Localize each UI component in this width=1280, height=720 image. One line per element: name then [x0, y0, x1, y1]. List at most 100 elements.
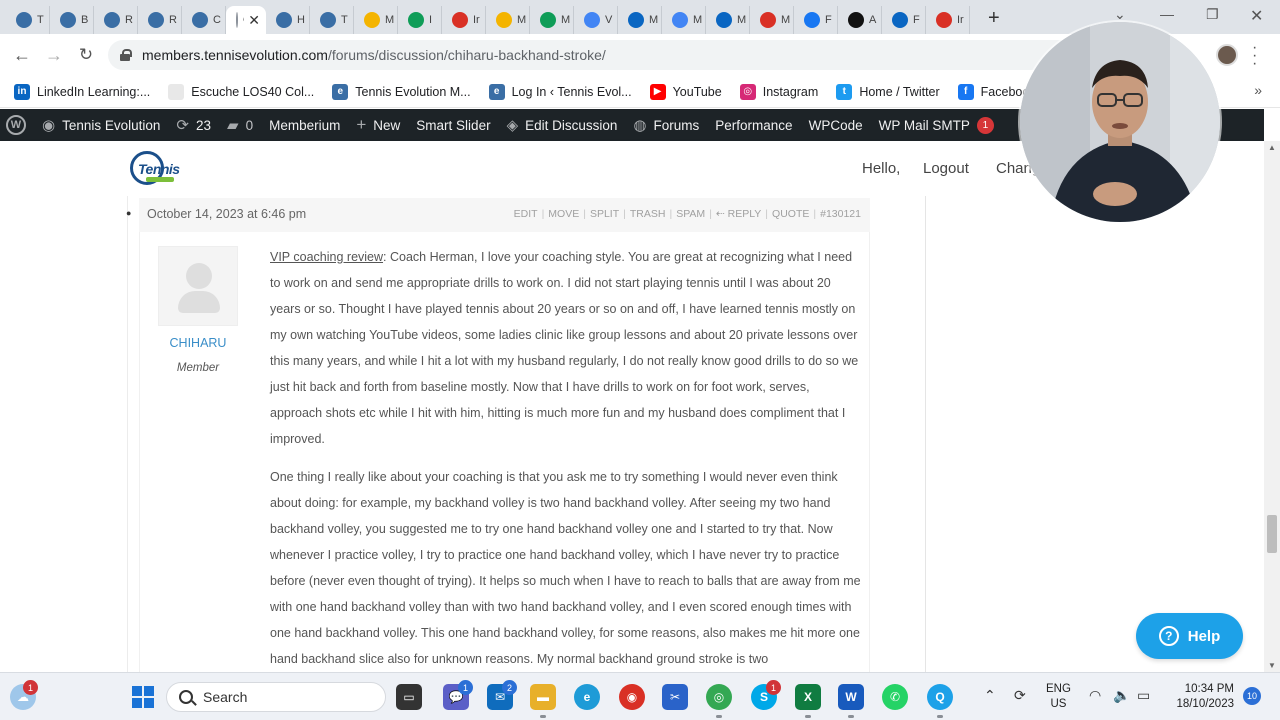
browser-tab[interactable]: B	[50, 6, 94, 34]
browser-tab[interactable]: V	[574, 6, 618, 34]
scrollbar-thumb[interactable]	[1267, 515, 1277, 553]
comment-icon: ▰	[227, 117, 239, 134]
comments-menu[interactable]: ▰ 0	[227, 116, 253, 134]
tab-search-icon[interactable]: ⌄	[1114, 6, 1126, 23]
reply-action-link[interactable]: ⇠ REPLY	[716, 208, 761, 220]
browser-tab[interactable]: T	[310, 6, 354, 34]
memberium-menu[interactable]: Memberium	[269, 118, 340, 133]
edit-discussion-menu[interactable]: ◈ Edit Discussion	[507, 116, 618, 134]
smart-slider-menu[interactable]: Smart Slider	[416, 118, 490, 133]
forums-menu[interactable]: ◍ Forums	[633, 116, 699, 134]
browser-tab[interactable]: A	[838, 6, 882, 34]
word-icon[interactable]: W	[838, 684, 864, 710]
browser-tab[interactable]: H	[266, 6, 310, 34]
browser-tab[interactable]: F	[882, 6, 926, 34]
taskbar-search[interactable]: Search	[166, 682, 386, 712]
reply-action-link[interactable]: MOVE	[548, 208, 579, 220]
browser-tab[interactable]: Ir	[442, 6, 486, 34]
address-bar[interactable]: members.tennisevolution.com/forums/discu…	[108, 40, 1188, 70]
edge-browser-icon[interactable]: e	[574, 684, 600, 710]
volume-icon[interactable]: 🔈	[1113, 687, 1130, 704]
browser-tab[interactable]: M	[618, 6, 662, 34]
system-clock[interactable]: 10:34 PM 18/10/2023	[1166, 682, 1234, 712]
separator: |	[541, 208, 545, 220]
restore-button[interactable]: ❐	[1206, 6, 1219, 23]
whatsapp-icon[interactable]: ✆	[882, 684, 908, 710]
back-icon[interactable]: ←	[6, 45, 38, 66]
file-explorer-icon[interactable]: ▬	[530, 684, 556, 710]
close-tab-icon[interactable]: ✕	[248, 12, 260, 29]
browser-tab[interactable]: M	[662, 6, 706, 34]
tennis-evolution-logo[interactable]: Tennis	[130, 149, 188, 187]
wp-logo-menu[interactable]: W	[6, 115, 26, 135]
bookmark-item[interactable]: ◎ Instagram	[739, 83, 818, 100]
browser-tab[interactable]: Ir	[926, 6, 970, 34]
author-name-link[interactable]: CHIHARU	[158, 336, 238, 350]
close-window-button[interactable]: ✕	[1250, 6, 1263, 26]
reply-action-link[interactable]: TRASH	[630, 208, 666, 220]
browser-menu-icon[interactable]: · · ·	[1252, 40, 1257, 72]
notification-count-badge[interactable]: 10	[1243, 687, 1261, 705]
reply-action-link[interactable]: EDIT	[514, 208, 538, 220]
profile-avatar[interactable]	[1216, 44, 1238, 66]
chat-app-icon[interactable]: Q	[927, 684, 953, 710]
more-bookmarks-icon[interactable]: »	[1254, 82, 1262, 98]
site-name-menu[interactable]: ◉ Tennis Evolution	[42, 116, 160, 134]
browser-tab[interactable]: M	[354, 6, 398, 34]
reload-icon[interactable]: ↻	[70, 45, 102, 65]
reply-action-link[interactable]: #130121	[820, 208, 861, 220]
bookmark-item[interactable]: e Tennis Evolution M...	[332, 83, 471, 100]
browser-tab[interactable]: R	[94, 6, 138, 34]
language-indicator[interactable]: ENG US	[1046, 682, 1071, 712]
snipping-tool-icon[interactable]: ✂	[662, 684, 688, 710]
lock-icon[interactable]	[120, 49, 132, 61]
new-tab-button[interactable]: +	[988, 7, 1000, 30]
scroll-down-icon[interactable]: ▼	[1268, 661, 1276, 670]
author-avatar[interactable]	[158, 246, 238, 326]
start-button[interactable]	[130, 684, 156, 710]
wp-mail-smtp-menu[interactable]: WP Mail SMTP 1	[879, 116, 994, 134]
excel-icon[interactable]: X	[795, 684, 821, 710]
performance-menu[interactable]: Performance	[715, 118, 792, 133]
wifi-icon[interactable]: ◠	[1089, 687, 1101, 704]
diamond-icon: ◈	[506, 117, 519, 134]
reply-action-link[interactable]: QUOTE	[772, 208, 809, 220]
page-scrollbar[interactable]: ▲ ▼	[1264, 141, 1280, 672]
show-hidden-icons[interactable]: ⌃	[984, 687, 996, 704]
battery-icon[interactable]: ▭	[1137, 687, 1150, 704]
logout-link[interactable]: Logout	[923, 160, 969, 177]
browser-tab[interactable]: M	[750, 6, 794, 34]
screen-recorder-icon[interactable]: ◉	[619, 684, 645, 710]
scroll-up-icon[interactable]: ▲	[1268, 143, 1276, 152]
bookmark-item[interactable]: Escuche LOS40 Col...	[168, 83, 314, 100]
bookmark-item[interactable]: ▶ YouTube	[649, 83, 722, 100]
bookmark-label: Tennis Evolution M...	[355, 84, 471, 99]
bookmark-item[interactable]: in LinkedIn Learning:...	[14, 83, 150, 100]
bookmark-item[interactable]: e Log In ‹ Tennis Evol...	[488, 83, 632, 100]
browser-tab[interactable]: M	[530, 6, 574, 34]
reply-action-link[interactable]: SPAM	[676, 208, 705, 220]
sync-icon[interactable]: ⟳	[1014, 687, 1026, 704]
clock-date: 18/10/2023	[1176, 698, 1234, 710]
browser-tab[interactable]: C	[182, 6, 226, 34]
tab-title: A	[869, 14, 877, 26]
task-view-icon[interactable]: ▭	[396, 684, 422, 710]
browser-tab[interactable]: F	[794, 6, 838, 34]
browser-tab[interactable]: I	[398, 6, 442, 34]
updates-menu[interactable]: ⟳ 23	[176, 116, 211, 134]
browser-tab[interactable]: R	[138, 6, 182, 34]
new-content-menu[interactable]: + New	[356, 115, 400, 135]
bookmark-item[interactable]: t Home / Twitter	[836, 83, 940, 100]
minimize-button[interactable]: —	[1160, 6, 1174, 22]
chrome-icon[interactable]: ◎	[706, 684, 732, 710]
tab-title: M	[737, 14, 747, 26]
wpcode-menu[interactable]: WPCode	[809, 118, 863, 133]
browser-tab[interactable]: C✕	[226, 6, 266, 34]
reply-action-link[interactable]: SPLIT	[590, 208, 619, 220]
browser-tab[interactable]: M	[706, 6, 750, 34]
vip-coaching-review-link[interactable]: VIP coaching review	[270, 250, 383, 264]
browser-tab[interactable]: T	[6, 6, 50, 34]
browser-tab[interactable]: M	[486, 6, 530, 34]
forward-icon[interactable]: →	[38, 45, 70, 66]
help-button[interactable]: ? Help	[1136, 613, 1243, 659]
